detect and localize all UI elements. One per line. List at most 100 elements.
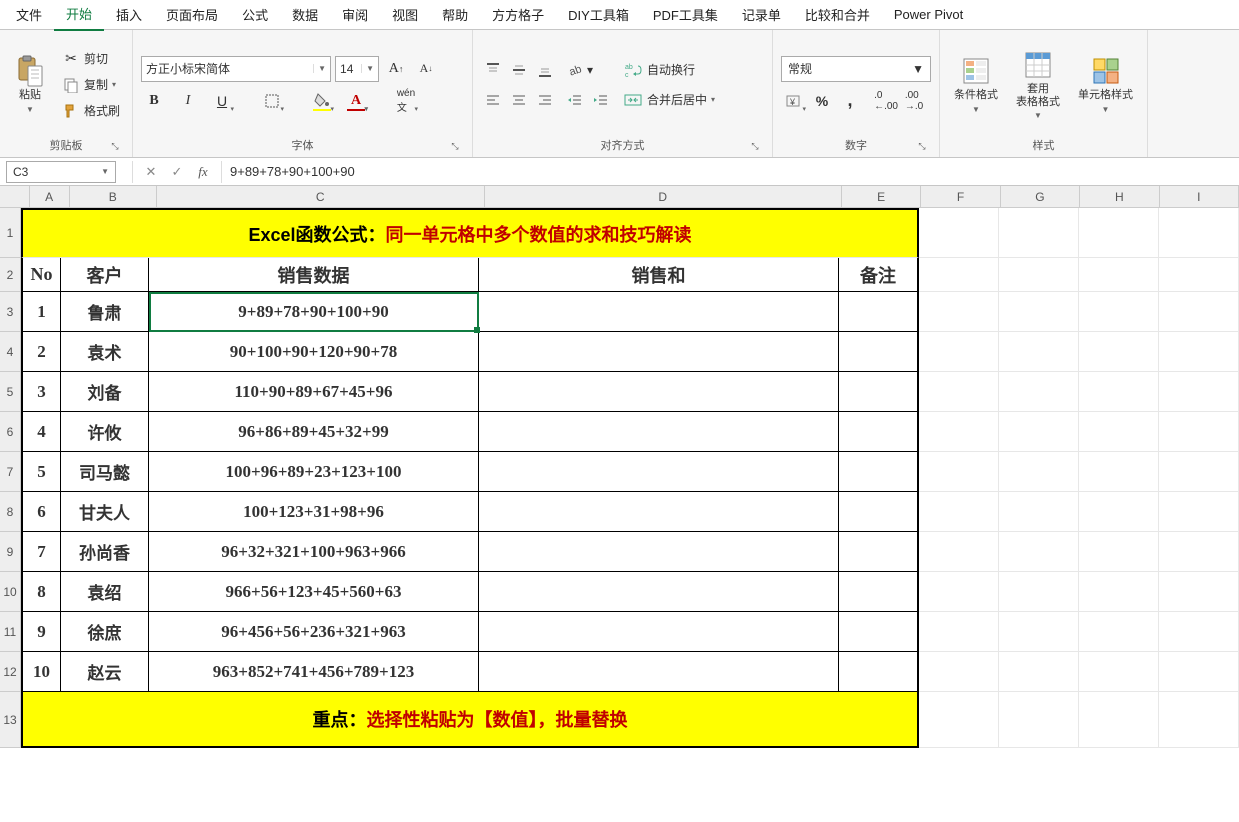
col-header[interactable]: D [485,186,842,207]
underline-button[interactable]: U▾ [209,88,235,114]
row-header[interactable]: 10 [0,572,21,612]
tab-view[interactable]: 视图 [380,0,430,30]
cell-note[interactable] [839,372,919,412]
cell[interactable] [919,532,999,572]
cell-note[interactable] [839,652,919,692]
cut-button[interactable]: ✂ 剪切 [58,48,124,70]
align-bottom-button[interactable] [533,58,557,82]
tab-compare[interactable]: 比较和合并 [793,0,882,30]
cell-sales[interactable]: 100+123+31+98+96 [149,492,479,532]
dialog-launcher-icon[interactable]: ⤡ [915,139,929,153]
tab-home[interactable]: 开始 [54,0,104,31]
font-color-button[interactable]: A▾ [343,88,369,114]
tab-diy[interactable]: DIY工具箱 [556,0,641,30]
cell[interactable] [919,208,999,258]
cell-no[interactable]: 10 [21,652,61,692]
cell-sales[interactable]: 96+86+89+45+32+99 [149,412,479,452]
cell-sales[interactable]: 100+96+89+23+123+100 [149,452,479,492]
cell-sum[interactable] [479,452,839,492]
cell-sum[interactable] [479,612,839,652]
font-size-combo[interactable]: 14 ▼ [335,56,379,82]
cell-no[interactable]: 3 [21,372,61,412]
cell[interactable] [919,258,999,292]
cell[interactable] [999,292,1079,332]
cell[interactable] [999,492,1079,532]
cell-customer[interactable]: 孙尚香 [61,532,149,572]
tab-insert[interactable]: 插入 [104,0,154,30]
cell[interactable] [1079,258,1159,292]
cell[interactable] [1159,652,1239,692]
col-header[interactable]: A [30,186,70,207]
cell-customer[interactable]: 司马懿 [61,452,149,492]
paste-button[interactable]: 粘贴 ▼ [8,51,52,117]
cell-customer[interactable]: 甘夫人 [61,492,149,532]
cell[interactable] [1159,532,1239,572]
phonetic-button[interactable]: wén文▾ [393,88,419,114]
title-cell[interactable]: Excel函数公式：同一单元格中多个数值的求和技巧解读 [21,208,919,258]
cell-note[interactable] [839,412,919,452]
cell-customer[interactable]: 许攸 [61,412,149,452]
dialog-launcher-icon[interactable]: ⤡ [108,139,122,153]
cell[interactable] [919,412,999,452]
col-header[interactable]: E [842,186,921,207]
cell-no[interactable]: 9 [21,612,61,652]
cell[interactable] [919,492,999,532]
merge-center-button[interactable]: 合并后居中 ▾ [619,88,719,112]
grow-font-button[interactable]: A↑ [383,56,409,82]
col-header[interactable]: I [1160,186,1239,207]
cell[interactable] [919,692,999,748]
cell-customer[interactable]: 刘备 [61,372,149,412]
comma-button[interactable]: , [837,88,863,114]
fx-button[interactable]: fx [193,162,213,182]
row-header[interactable]: 12 [0,652,21,692]
decrease-decimal-button[interactable]: .00→.0 [901,88,927,114]
cell[interactable] [919,292,999,332]
formula-input[interactable]: 9+89+78+90+100+90 [222,164,1239,179]
cell[interactable] [919,332,999,372]
header-no[interactable]: No [21,258,61,292]
cell[interactable] [1159,412,1239,452]
cell-note[interactable] [839,612,919,652]
cancel-button[interactable]: ✕ [141,162,161,182]
cell-note[interactable] [839,492,919,532]
align-middle-button[interactable] [507,58,531,82]
cell[interactable] [1079,492,1159,532]
align-left-button[interactable] [481,88,505,112]
row-header[interactable]: 8 [0,492,21,532]
cell[interactable] [1159,492,1239,532]
cell-no[interactable]: 1 [21,292,61,332]
copy-button[interactable]: 复制 ▾ [58,74,124,96]
cell[interactable] [1159,572,1239,612]
row-header[interactable]: 3 [0,292,21,332]
cell-sum[interactable] [479,332,839,372]
align-right-button[interactable] [533,88,557,112]
italic-button[interactable]: I [175,88,201,114]
cell[interactable] [1079,412,1159,452]
table-format-button[interactable]: 套用 表格格式 ▼ [1010,45,1066,124]
conditional-format-button[interactable]: 条件格式 ▼ [948,51,1004,117]
dialog-launcher-icon[interactable]: ⤡ [748,139,762,153]
cell-customer[interactable]: 赵云 [61,652,149,692]
cell[interactable] [1159,258,1239,292]
percent-button[interactable]: % [809,88,835,114]
cell[interactable] [919,572,999,612]
cell[interactable] [999,692,1079,748]
col-header[interactable]: H [1080,186,1159,207]
header-note[interactable]: 备注 [839,258,919,292]
row-header[interactable]: 6 [0,412,21,452]
cell-sales[interactable]: 96+32+321+100+963+966 [149,532,479,572]
tab-formula[interactable]: 公式 [230,0,280,30]
tab-powerpivot[interactable]: Power Pivot [882,1,975,28]
row-header[interactable]: 4 [0,332,21,372]
cell-sales[interactable]: 90+100+90+120+90+78 [149,332,479,372]
select-all-corner[interactable] [0,186,30,207]
cell-note[interactable] [839,532,919,572]
wrap-text-button[interactable]: abc 自动换行 [619,58,719,82]
tab-file[interactable]: 文件 [4,0,54,30]
format-painter-button[interactable]: 格式刷 [58,100,124,122]
footer-cell[interactable]: 重点：选择性粘贴为【数值】，批量替换 [21,692,919,748]
col-header[interactable]: F [921,186,1000,207]
enter-button[interactable]: ✓ [167,162,187,182]
cell[interactable] [1079,292,1159,332]
cell[interactable] [1159,612,1239,652]
